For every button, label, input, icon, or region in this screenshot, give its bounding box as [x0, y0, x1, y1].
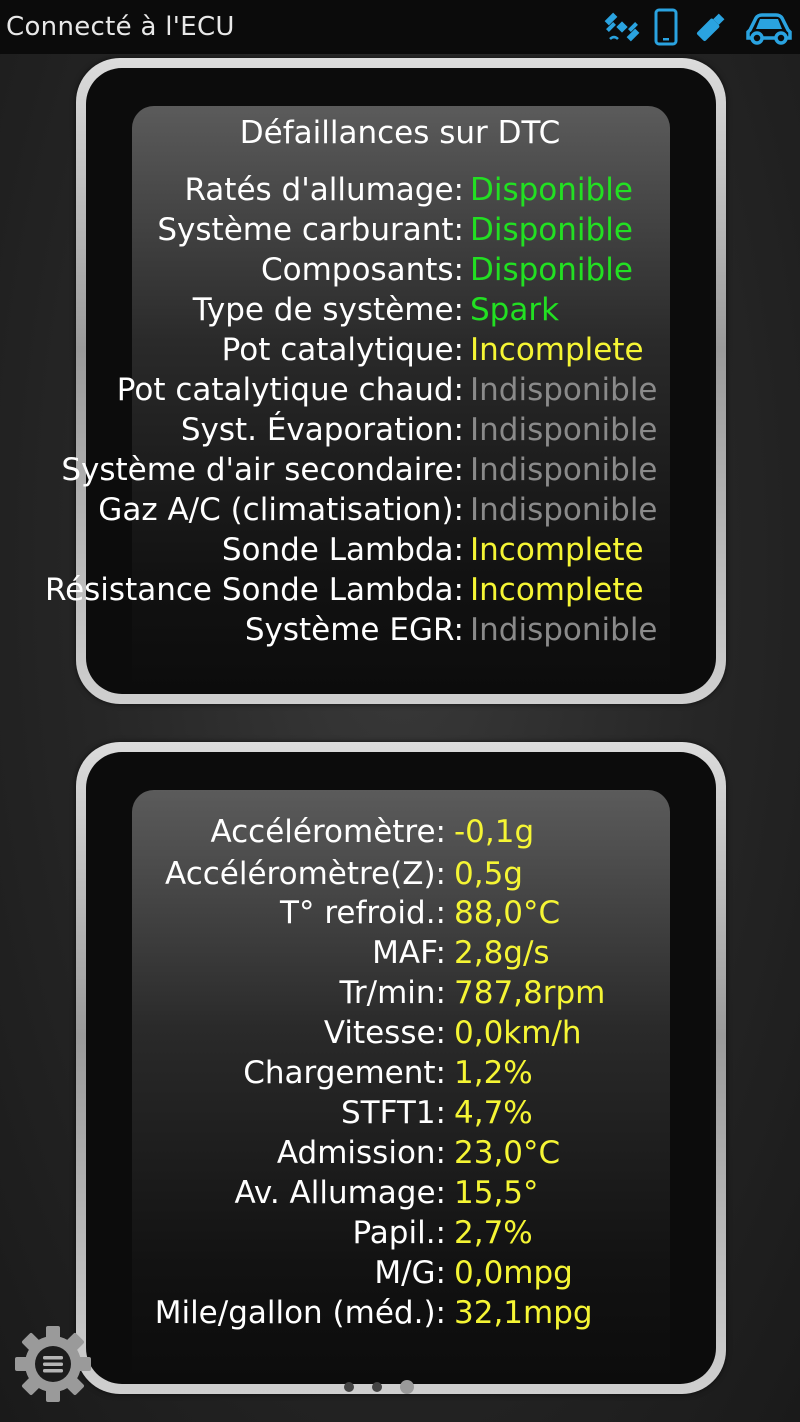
dtc-row-value: Spark: [470, 292, 560, 328]
sensor-row-label: T° refroid.:: [280, 895, 446, 931]
sensor-row-value: 0,0km/h: [454, 1015, 582, 1051]
dtc-row-oxygen-sensor-heater: Résistance Sonde Lambda: Incomplete: [0, 570, 800, 610]
sensor-row-value: 32,1mpg: [454, 1295, 593, 1331]
sensor-row-value: 0,5g: [454, 856, 523, 892]
sensor-row-value: 1,2%: [454, 1055, 533, 1091]
sensor-row-rpm: Tr/min: 787,8rpm: [0, 973, 800, 1013]
sensor-row-throttle: Papil.: 2,7%: [0, 1213, 800, 1253]
dtc-row-fuel-system: Système carburant: Disponible: [0, 210, 800, 250]
dtc-row-oxygen-sensor: Sonde Lambda: Incomplete: [0, 530, 800, 570]
sensor-row-label: STFT1:: [340, 1095, 446, 1131]
sensor-row-speed: Vitesse: 0,0km/h: [0, 1013, 800, 1053]
sensor-row-value: 88,0°C: [454, 895, 561, 931]
car-icon: [744, 8, 794, 46]
dtc-row-label: Résistance Sonde Lambda:: [44, 572, 464, 608]
dtc-row-label: Pot catalytique chaud:: [116, 372, 464, 408]
sensor-row-value: 23,0°C: [454, 1135, 561, 1171]
dtc-row-label: Gaz A/C (climatisation):: [98, 492, 464, 528]
sensor-row-label: Accéléromètre(Z):: [165, 856, 446, 892]
sensor-row-value: 4,7%: [454, 1095, 533, 1131]
sensor-row-accelerometer: Accéléromètre: -0,1g: [0, 812, 800, 852]
status-icons: [604, 8, 794, 46]
phone-icon: [654, 8, 678, 46]
sensor-row-label: Tr/min:: [339, 975, 446, 1011]
dtc-row-value: Indisponible: [470, 452, 658, 488]
sensor-row-label: Chargement:: [243, 1055, 446, 1091]
dtc-row-components: Composants: Disponible: [0, 250, 800, 290]
dtc-row-value: Indisponible: [470, 412, 658, 448]
sensor-row-mpg-average: Mile/gallon (méd.): 32,1mpg: [0, 1293, 800, 1333]
page-indicator: [344, 1380, 414, 1394]
sensor-row-value: -0,1g: [454, 814, 535, 850]
gear-menu-icon: [15, 1326, 91, 1402]
sensor-row-value: 2,7%: [454, 1215, 533, 1251]
sensor-row-coolant-temp: T° refroid.: 88,0°C: [0, 893, 800, 933]
connection-status: Connecté à l'ECU: [6, 12, 235, 42]
sensor-row-value: 0,0mpg: [454, 1255, 573, 1291]
sensor-row-accelerometer-z: Accéléromètre(Z): 0,5g: [0, 854, 800, 894]
sensor-row-value: 787,8rpm: [454, 975, 606, 1011]
settings-menu-button[interactable]: [14, 1325, 92, 1407]
dtc-row-egr: Système EGR: Indisponible: [0, 610, 800, 650]
dtc-row-label: Type de système:: [192, 292, 464, 328]
sensor-row-label: Av. Allumage:: [234, 1175, 446, 1211]
dtc-row-value: Incomplete: [470, 572, 644, 608]
dtc-row-label: Pot catalytique:: [221, 332, 464, 368]
dtc-row-value: Incomplete: [470, 332, 644, 368]
sensor-row-label: M/G:: [374, 1255, 446, 1291]
sensor-readings-list[interactable]: Accéléromètre: -0,1g Accéléromètre(Z): 0…: [0, 794, 800, 1354]
dtc-row-label: Ratés d'allumage:: [184, 172, 464, 208]
dtc-row-evaporation: Syst. Évaporation: Indisponible: [0, 410, 800, 450]
dtc-row-label: Système carburant:: [157, 212, 464, 248]
dtc-row-value: Indisponible: [470, 612, 658, 648]
dtc-row-label: Système d'air secondaire:: [61, 452, 464, 488]
sensor-row-maf: MAF: 2,8g/s: [0, 933, 800, 973]
dtc-row-value: Disponible: [470, 172, 633, 208]
sensor-row-label: Papil.:: [352, 1215, 447, 1251]
sensor-row-label: Accéléromètre:: [210, 814, 446, 850]
sensor-row-value: 15,5°: [454, 1175, 539, 1211]
dtc-row-system-type: Type de système: Spark: [0, 290, 800, 330]
page-dot[interactable]: [372, 1382, 382, 1392]
dtc-row-heated-catalyst: Pot catalytique chaud: Indisponible: [0, 370, 800, 410]
sensor-row-timing-advance: Av. Allumage: 15,5°: [0, 1173, 800, 1213]
sensor-row-intake-temp: Admission: 23,0°C: [0, 1133, 800, 1173]
dtc-row-value: Disponible: [470, 212, 633, 248]
dtc-row-secondary-air: Système d'air secondaire: Indisponible: [0, 450, 800, 490]
satellite-icon: [604, 9, 640, 45]
sensor-row-mpg: M/G: 0,0mpg: [0, 1253, 800, 1293]
status-bar: Connecté à l'ECU: [0, 0, 800, 54]
dtc-row-ac-refrigerant: Gaz A/C (climatisation): Indisponible: [0, 490, 800, 530]
page-dot-active[interactable]: [400, 1380, 414, 1394]
dtc-row-misfire: Ratés d'allumage: Disponible: [0, 170, 800, 210]
dtc-panel-title: Défaillances sur DTC: [239, 115, 561, 151]
sensor-row-engine-load: Chargement: 1,2%: [0, 1053, 800, 1093]
sensor-row-value: 2,8g/s: [454, 935, 550, 971]
bluetooth-dongle-icon: [692, 8, 730, 46]
dtc-row-label: Syst. Évaporation:: [180, 412, 464, 448]
dtc-row-value: Disponible: [470, 252, 633, 288]
page-dot[interactable]: [344, 1382, 354, 1392]
dtc-row-value: Incomplete: [470, 532, 644, 568]
dtc-row-label: Système EGR:: [244, 612, 464, 648]
dtc-row-label: Composants:: [261, 252, 464, 288]
dtc-row-value: Indisponible: [470, 492, 658, 528]
sensor-row-label: Admission:: [276, 1135, 446, 1171]
dtc-row-label: Sonde Lambda:: [221, 532, 464, 568]
dtc-row-value: Indisponible: [470, 372, 658, 408]
dtc-row-catalyst: Pot catalytique: Incomplete: [0, 330, 800, 370]
sensor-row-label: MAF:: [372, 935, 446, 971]
sensor-row-label: Vitesse:: [323, 1015, 446, 1051]
sensor-row-stft1: STFT1: 4,7%: [0, 1093, 800, 1133]
sensor-row-label: Mile/gallon (méd.):: [154, 1295, 446, 1331]
